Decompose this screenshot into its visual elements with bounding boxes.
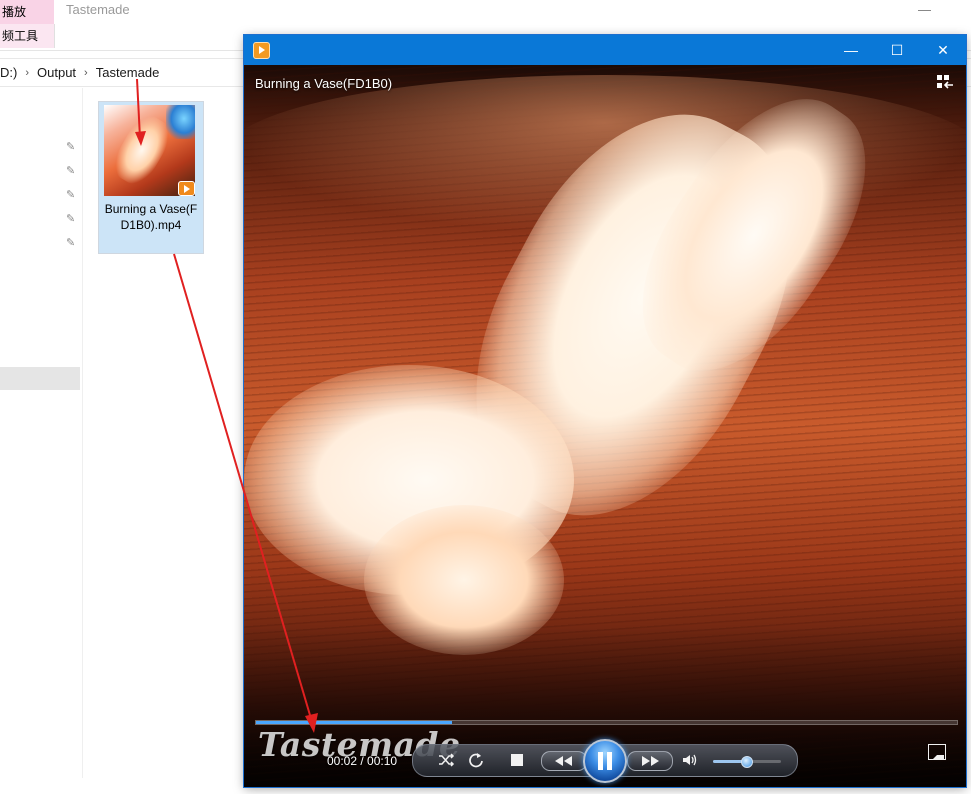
pin-icon[interactable]: ✎	[66, 188, 75, 201]
video-thumbnail	[104, 105, 195, 196]
minimize-icon[interactable]: —	[828, 35, 874, 65]
playback-controls	[412, 739, 798, 783]
fullscreen-icon[interactable]	[928, 744, 946, 760]
rewind-icon[interactable]	[541, 751, 587, 771]
repeat-icon[interactable]	[467, 752, 485, 768]
pause-icon	[598, 752, 612, 770]
pin-icon[interactable]: ✎	[66, 140, 75, 153]
volume-slider-thumb[interactable]	[740, 756, 753, 768]
time-readout: 00:02 / 00:10	[327, 754, 398, 768]
seek-progress	[256, 721, 453, 724]
title-bar[interactable]: — ☐ ✕	[244, 35, 966, 65]
shuffle-icon[interactable]	[437, 752, 455, 768]
stop-icon[interactable]	[511, 754, 523, 766]
file-name: Burning a Vase(FD1B0).mp4	[104, 202, 198, 232]
play-pause-button[interactable]	[583, 739, 627, 783]
maximize-icon[interactable]: ☐	[874, 35, 920, 65]
video-title: Burning a Vase(FD1B0)	[255, 76, 393, 91]
volume-icon[interactable]	[681, 752, 699, 768]
pane-divider	[82, 88, 83, 778]
ribbon-tab-play[interactable]: 播放	[0, 0, 54, 24]
media-player-icon	[253, 42, 270, 59]
video-frame[interactable]	[244, 65, 966, 787]
pin-icon[interactable]: ✎	[66, 236, 75, 249]
breadcrumb-drive[interactable]: D:)	[0, 65, 23, 80]
close-icon[interactable]: ✕	[920, 35, 966, 65]
volume-slider[interactable]	[713, 756, 781, 768]
nav-selected-item[interactable]	[0, 367, 80, 390]
pin-icon[interactable]: ✎	[66, 212, 75, 225]
media-player-window: — ☐ ✕ Burning a Vase(FD1B0) Tastemade 00…	[244, 35, 966, 787]
fast-forward-icon[interactable]	[627, 751, 673, 771]
breadcrumb-tastemade[interactable]: Tastemade	[90, 65, 166, 80]
pin-icon[interactable]: ✎	[66, 164, 75, 177]
chevron-right-icon: ›	[84, 66, 88, 79]
explorer-title: Tastemade	[66, 2, 130, 17]
switch-to-library-icon[interactable]	[936, 74, 954, 90]
ribbon-tab-video-tools[interactable]: 频工具	[0, 24, 55, 48]
explorer-minimize-icon[interactable]: —	[918, 2, 931, 17]
media-player-badge-icon	[178, 181, 195, 196]
file-item[interactable]: Burning a Vase(FD1B0).mp4	[98, 101, 204, 254]
breadcrumb-output[interactable]: Output	[31, 65, 82, 80]
chevron-right-icon: ›	[25, 66, 30, 79]
